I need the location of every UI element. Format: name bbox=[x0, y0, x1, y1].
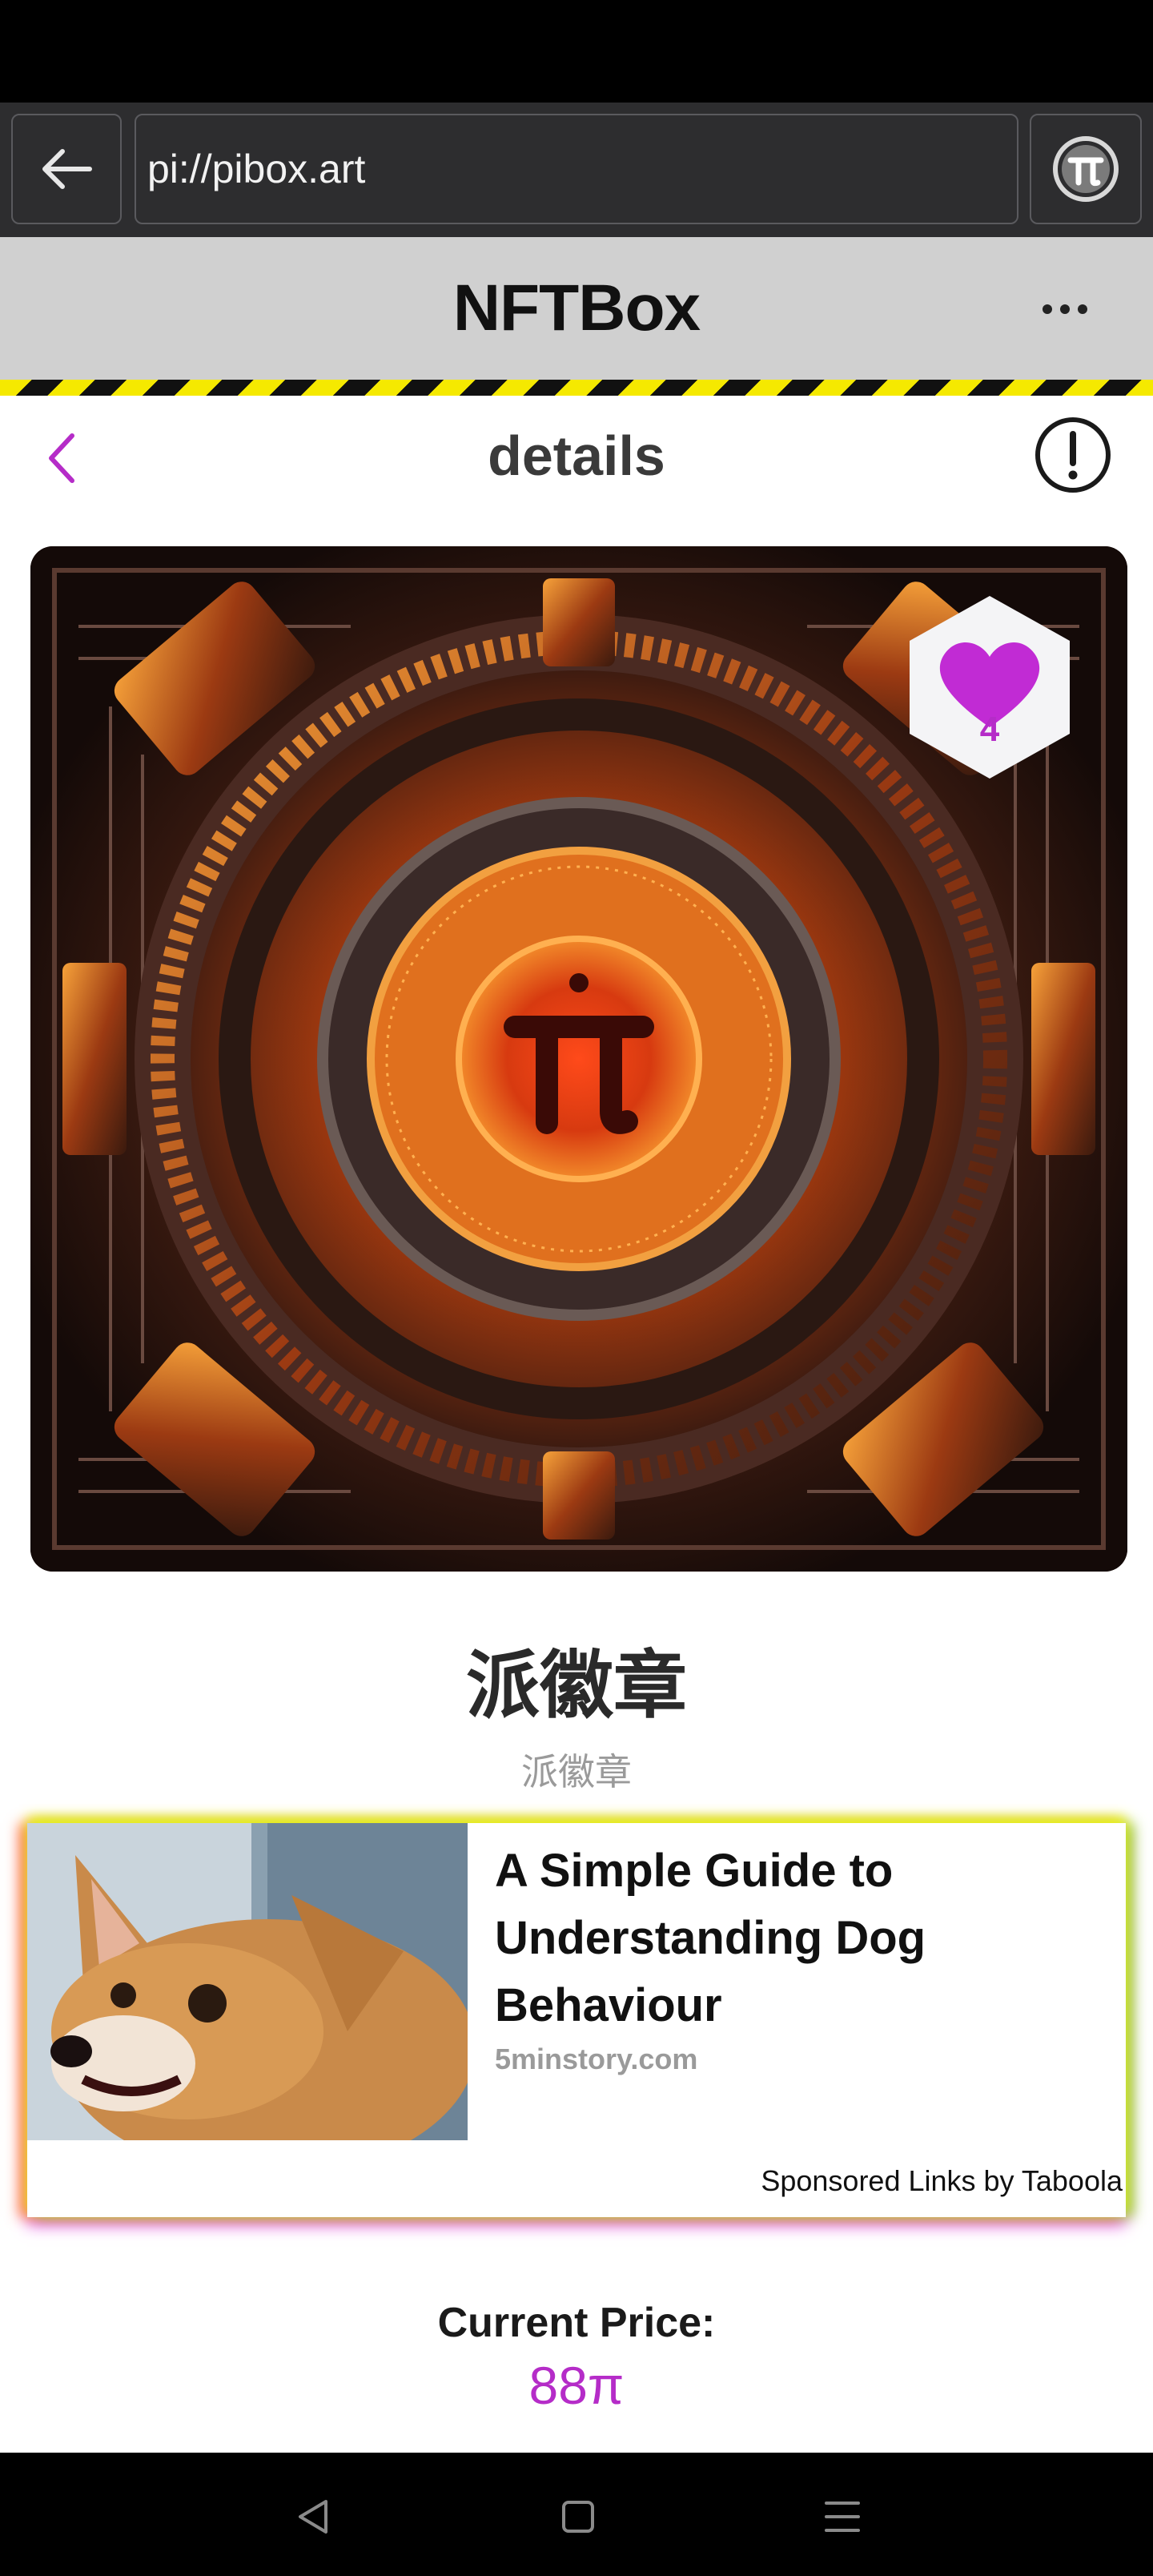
system-back-button[interactable] bbox=[282, 2485, 346, 2549]
system-nav-bar bbox=[0, 2453, 1153, 2576]
alert-circle-icon[interactable] bbox=[1033, 415, 1113, 495]
pi-logo-icon bbox=[1053, 136, 1119, 202]
ad-source: 5minstory.com bbox=[495, 2043, 698, 2075]
url-field[interactable]: pi://pibox.art bbox=[135, 114, 1018, 224]
browser-url-bar: pi://pibox.art bbox=[0, 103, 1153, 237]
menu-lines-icon bbox=[825, 2502, 860, 2532]
app-title: NFTBox bbox=[452, 272, 701, 344]
more-horizontal-icon bbox=[1043, 304, 1087, 314]
arrow-left-icon bbox=[42, 149, 92, 189]
ad-image[interactable] bbox=[27, 1823, 468, 2140]
page-title: details bbox=[488, 425, 665, 487]
system-home-button[interactable] bbox=[546, 2485, 610, 2549]
details-nav-bar: details bbox=[0, 396, 1153, 516]
system-menu-button[interactable] bbox=[810, 2485, 874, 2549]
price-label: Current Price: bbox=[437, 2300, 716, 2346]
square-home-icon bbox=[562, 2501, 594, 2533]
triangle-back-icon bbox=[299, 2500, 327, 2534]
status-bar bbox=[0, 0, 1153, 103]
ad-sponsored-label[interactable]: Sponsored Links by Taboola bbox=[761, 2164, 1123, 2198]
hazard-stripe-divider bbox=[0, 380, 1153, 396]
ad-headline[interactable]: A Simple Guide to Understanding Dog Beha… bbox=[495, 1837, 1103, 2039]
pi-browser-button[interactable] bbox=[1030, 114, 1142, 224]
price-value: 88π bbox=[528, 2356, 625, 2415]
sponsored-ad-card[interactable]: A Simple Guide to Understanding Dog Beha… bbox=[27, 1823, 1126, 2217]
nft-name: 派徽章 bbox=[465, 1643, 687, 1729]
more-options-button[interactable] bbox=[1033, 285, 1097, 333]
browser-back-button[interactable] bbox=[11, 114, 122, 224]
like-badge[interactable]: 4 bbox=[895, 593, 1084, 782]
like-count: 4 bbox=[979, 710, 1000, 749]
hexagon-badge-shape bbox=[910, 596, 1070, 779]
nft-subtitle: 派徽章 bbox=[521, 1750, 632, 1793]
dog-photo bbox=[27, 1823, 468, 2140]
app-header: NFTBox bbox=[0, 237, 1153, 380]
